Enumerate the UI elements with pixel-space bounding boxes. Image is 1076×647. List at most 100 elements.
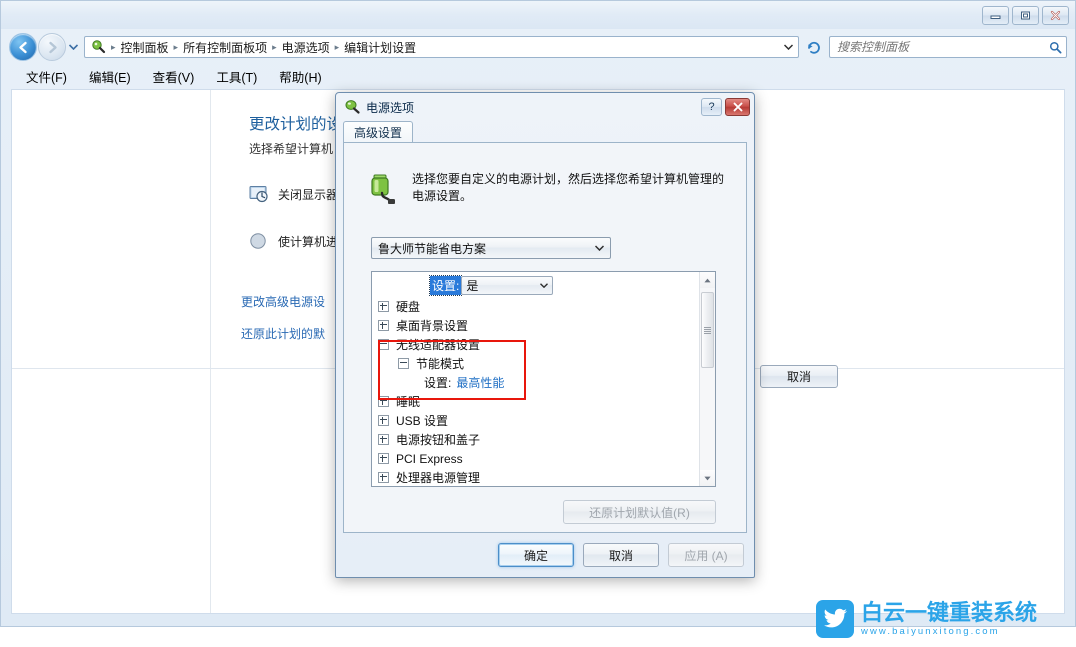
tree-item-label: 无线适配器设置 xyxy=(396,338,481,352)
help-button[interactable]: ? xyxy=(701,98,722,116)
back-arrow-icon xyxy=(18,41,27,53)
tab-advanced-settings[interactable]: 高级设置 xyxy=(343,121,414,143)
expand-plus-icon[interactable] xyxy=(378,301,389,312)
scroll-down-button[interactable] xyxy=(700,470,715,486)
search-box[interactable] xyxy=(829,36,1067,58)
history-dropdown-button[interactable] xyxy=(66,34,80,60)
advanced-settings-tree[interactable]: 设置: 是 硬盘 桌面背景设置 无线适配器设置 节能模式 设置: 最高性能 睡眠… xyxy=(371,271,716,487)
tree-item-label: 设置: xyxy=(424,376,452,390)
breadcrumb-item-0[interactable]: 控制面板 xyxy=(117,38,173,57)
tree-row[interactable]: 处理器电源管理 xyxy=(372,468,699,486)
tree-item-label: 硬盘 xyxy=(396,300,421,314)
expand-plus-icon[interactable] xyxy=(378,415,389,426)
power-plan-select[interactable]: 鲁大师节能省电方案 xyxy=(371,237,611,259)
scroll-up-button[interactable] xyxy=(700,272,715,288)
tree-item-label: USB 设置 xyxy=(396,414,449,428)
tree-item-label: 睡眠 xyxy=(396,395,421,409)
close-icon xyxy=(1050,10,1061,21)
tree-scrollbar[interactable] xyxy=(699,272,715,486)
dialog-title: 电源选项 xyxy=(366,100,415,115)
collapse-minus-icon[interactable] xyxy=(378,339,389,350)
chevron-down-icon xyxy=(537,283,550,288)
link-restore-plan-defaults[interactable]: 还原此计划的默 xyxy=(241,325,325,342)
tree-item-label: 桌面背景设置 xyxy=(396,319,469,333)
minimize-icon xyxy=(990,15,1001,19)
tab-panel-advanced-settings: 选择您要自定义的电源计划，然后选择您希望计算机管理的电源设置。 鲁大师节能省电方… xyxy=(343,142,747,533)
chevron-down-icon xyxy=(591,245,607,251)
expand-plus-icon[interactable] xyxy=(378,320,389,331)
dialog-body: 高级设置 选择您要自定义的电源计划，然后选择您希望计算机管理的电源设置。 鲁大师… xyxy=(343,121,747,533)
scrollbar-thumb[interactable] xyxy=(701,292,714,368)
dialog-cancel-button[interactable]: 取消 xyxy=(583,543,659,567)
menu-bar: 文件(F) 编辑(E) 查看(V) 工具(T) 帮助(H) xyxy=(1,65,1075,87)
breadcrumb-item-2[interactable]: 电源选项 xyxy=(278,38,334,57)
tree-items: 设置: 是 硬盘 桌面背景设置 无线适配器设置 节能模式 设置: 最高性能 睡眠… xyxy=(372,272,699,486)
address-dropdown-button[interactable] xyxy=(780,37,796,57)
search-icon xyxy=(1046,41,1064,54)
expand-plus-icon[interactable] xyxy=(378,453,389,464)
moon-sleep-icon xyxy=(250,233,266,249)
minimize-button[interactable] xyxy=(982,6,1009,25)
tree-row[interactable]: 桌面背景设置 xyxy=(372,316,699,335)
tree-row[interactable]: 睡眠 xyxy=(372,392,699,411)
control-panel-icon xyxy=(92,40,106,54)
apply-button[interactable]: 应用 (A) xyxy=(668,543,744,567)
watermark-url: www.baiyunxitong.com xyxy=(861,625,1000,637)
page-subtitle: 选择希望计算机 xyxy=(249,142,334,156)
close-button[interactable] xyxy=(1042,6,1069,25)
maximize-button[interactable] xyxy=(1012,6,1039,25)
refresh-icon xyxy=(808,41,820,54)
nav-pane-divider xyxy=(210,90,211,613)
tree-item-label: 电源按钮和盖子 xyxy=(396,433,481,447)
breadcrumb-item-3[interactable]: 编辑计划设置 xyxy=(340,38,420,57)
menu-item-file[interactable]: 文件(F) xyxy=(15,65,78,88)
menu-item-tools[interactable]: 工具(T) xyxy=(205,65,268,88)
tab-strip: 高级设置 xyxy=(343,121,414,143)
search-input[interactable] xyxy=(837,40,1046,54)
chevron-down-icon xyxy=(783,44,793,50)
tree-row[interactable]: PCI Express xyxy=(372,449,699,468)
close-icon xyxy=(733,102,742,112)
dialog-description-text: 选择您要自定义的电源计划，然后选择您希望计算机管理的电源设置。 xyxy=(412,172,725,203)
scroll-down-arrow-icon xyxy=(704,476,711,480)
collapse-minus-icon[interactable] xyxy=(398,358,409,369)
expand-plus-icon[interactable] xyxy=(378,434,389,445)
expand-plus-icon[interactable] xyxy=(378,396,389,407)
tree-row-wireless-adapter[interactable]: 无线适配器设置 xyxy=(372,335,699,354)
window-titlebar xyxy=(1,1,1075,29)
watermark-title: 白云一键重装系统 xyxy=(861,599,1038,625)
tree-row[interactable]: 硬盘 xyxy=(372,297,699,316)
menu-item-view[interactable]: 查看(V) xyxy=(142,65,206,88)
window-controls xyxy=(982,6,1069,25)
restore-plan-defaults-button[interactable]: 还原计划默认值(R) xyxy=(563,500,716,524)
menu-item-help[interactable]: 帮助(H) xyxy=(268,65,332,88)
menu-item-edit[interactable]: 编辑(E) xyxy=(78,65,142,88)
watermark-texts: 白云一键重装系统 www.baiyunxitong.com xyxy=(861,599,1038,637)
tree-item-value[interactable]: 最高性能 xyxy=(456,374,504,391)
forward-button[interactable] xyxy=(38,33,66,61)
tree-setting-label: 设置: xyxy=(428,275,463,296)
breadcrumb-item-1[interactable]: 所有控制面板项 xyxy=(179,38,271,57)
tree-setting-combo[interactable]: 是 xyxy=(461,276,554,295)
battery-plug-icon xyxy=(371,174,395,204)
dialog-close-button[interactable] xyxy=(725,98,750,116)
tree-row[interactable]: 电源按钮和盖子 xyxy=(372,430,699,449)
setting-row-display-off: 关闭显示器 xyxy=(249,185,338,203)
breadcrumb: ▸ 控制面板 ▸ 所有控制面板项 ▸ 电源选项 ▸ 编辑计划设置 xyxy=(110,38,780,57)
tree-setting-combo-row: 设置: 是 xyxy=(372,275,699,296)
back-button[interactable] xyxy=(9,33,37,61)
cancel-button[interactable]: 取消 xyxy=(760,365,838,388)
ok-button[interactable]: 确定 xyxy=(498,543,574,567)
link-change-advanced-settings[interactable]: 更改高级电源设 xyxy=(241,293,325,310)
refresh-button[interactable] xyxy=(803,36,825,58)
address-bar[interactable]: ▸ 控制面板 ▸ 所有控制面板项 ▸ 电源选项 ▸ 编辑计划设置 xyxy=(84,36,799,58)
maximize-icon xyxy=(1021,11,1030,20)
tree-row[interactable]: USB 设置 xyxy=(372,411,699,430)
tree-row-power-saving-mode[interactable]: 节能模式 xyxy=(372,354,699,373)
monitor-clock-icon xyxy=(249,186,268,203)
expand-plus-icon[interactable] xyxy=(378,472,389,483)
dialog-titlebar: 电源选项 ? xyxy=(336,93,754,121)
tree-row-setting-value[interactable]: 设置: 最高性能 xyxy=(372,373,699,392)
tree-item-label: PCI Express xyxy=(396,451,463,466)
dialog-buttons: 确定 取消 应用 (A) xyxy=(498,543,744,567)
